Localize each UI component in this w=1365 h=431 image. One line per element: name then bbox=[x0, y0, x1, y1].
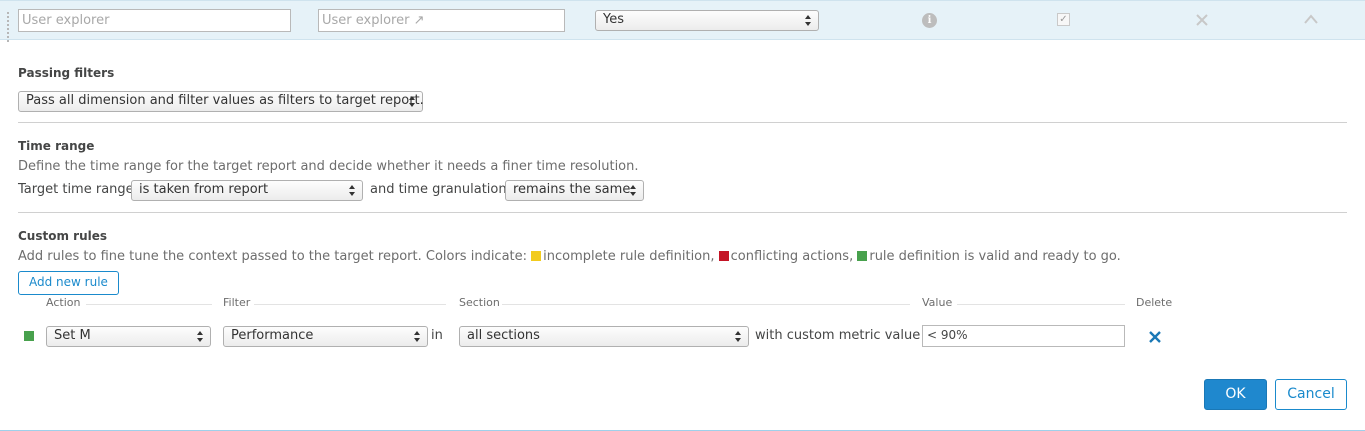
column-header-line bbox=[502, 304, 910, 305]
column-header-section: Section bbox=[459, 296, 500, 309]
rule-filter-select[interactable]: Performance bbox=[223, 326, 428, 347]
time-range-title: Time range bbox=[18, 139, 95, 153]
rule-action-select[interactable]: Set M bbox=[46, 326, 211, 347]
link-name-input[interactable]: User explorer bbox=[18, 9, 291, 32]
select-arrows-icon bbox=[349, 184, 356, 198]
passing-filters-select[interactable]: Pass all dimension and filter values as … bbox=[18, 91, 424, 112]
custom-rules-description-text: Add rules to fine tune the context passe… bbox=[18, 249, 532, 264]
passing-filters-title: Passing filters bbox=[18, 66, 115, 80]
rule-filter-value: Performance bbox=[231, 328, 314, 343]
passing-filters-select-value: Pass all dimension and filter values as … bbox=[26, 93, 424, 108]
legend-incomplete-swatch bbox=[531, 251, 542, 261]
drag-handle-icon[interactable] bbox=[7, 11, 13, 42]
select-arrows-icon bbox=[414, 330, 421, 344]
rule-value-input[interactable]: < 90% bbox=[922, 325, 1125, 347]
column-header-filter: Filter bbox=[223, 296, 251, 309]
column-header-action: Action bbox=[46, 296, 81, 309]
column-header-line bbox=[86, 304, 212, 305]
legend-conflicting-label: conflicting actions, bbox=[730, 249, 854, 264]
target-time-range-select[interactable]: is taken from report bbox=[131, 180, 363, 201]
time-granulation-label: and time granulation bbox=[370, 182, 507, 197]
section-divider bbox=[18, 212, 1347, 213]
chevron-up-icon[interactable] bbox=[1303, 13, 1319, 25]
enabled-select[interactable]: Yes bbox=[595, 10, 819, 31]
legend-conflicting-swatch bbox=[718, 251, 729, 261]
rule-section-value: all sections bbox=[467, 328, 540, 343]
select-arrows-icon bbox=[409, 95, 416, 109]
rule-action-value: Set M bbox=[54, 328, 91, 343]
select-arrows-icon bbox=[630, 184, 637, 198]
time-granulation-select[interactable]: remains the same bbox=[505, 180, 644, 201]
rule-in-label: in bbox=[431, 328, 443, 343]
target-report-input[interactable]: User explorer ↗ bbox=[318, 9, 565, 32]
link-row: User explorer User explorer ↗ Yes i ✓ bbox=[0, 0, 1365, 42]
select-arrows-icon bbox=[805, 14, 812, 28]
time-granulation-value: remains the same bbox=[513, 182, 631, 197]
close-icon[interactable] bbox=[1194, 12, 1210, 28]
target-time-range-value: is taken from report bbox=[139, 182, 269, 197]
rule-section-select[interactable]: all sections bbox=[459, 326, 749, 347]
column-header-delete: Delete bbox=[1136, 296, 1173, 309]
rule-status-indicator bbox=[24, 331, 34, 341]
legend-valid-label: rule definition is valid and ready to go… bbox=[869, 249, 1121, 264]
enabled-select-value: Yes bbox=[603, 12, 624, 27]
legend-valid-swatch bbox=[857, 251, 868, 261]
cancel-button[interactable]: Cancel bbox=[1275, 379, 1347, 410]
select-arrows-icon bbox=[197, 330, 204, 344]
ok-button[interactable]: OK bbox=[1204, 379, 1267, 410]
info-icon[interactable]: i bbox=[922, 13, 937, 28]
column-header-line bbox=[957, 304, 1125, 305]
add-new-rule-button[interactable]: Add new rule bbox=[18, 271, 119, 295]
delete-rule-icon[interactable] bbox=[1147, 329, 1163, 345]
custom-rules-title: Custom rules bbox=[18, 229, 108, 243]
target-time-range-label: Target time range bbox=[18, 182, 134, 197]
section-divider bbox=[18, 122, 1347, 123]
custom-rules-description: Add rules to fine tune the context passe… bbox=[18, 249, 1121, 264]
rule-metric-label: with custom metric value bbox=[755, 328, 921, 343]
time-range-description: Define the time range for the target rep… bbox=[18, 159, 639, 174]
column-header-line bbox=[254, 304, 446, 305]
select-arrows-icon bbox=[735, 330, 742, 344]
column-header-value: Value bbox=[922, 296, 953, 309]
checkbox-icon[interactable]: ✓ bbox=[1057, 13, 1070, 26]
legend-incomplete-label: incomplete rule definition, bbox=[543, 249, 715, 264]
